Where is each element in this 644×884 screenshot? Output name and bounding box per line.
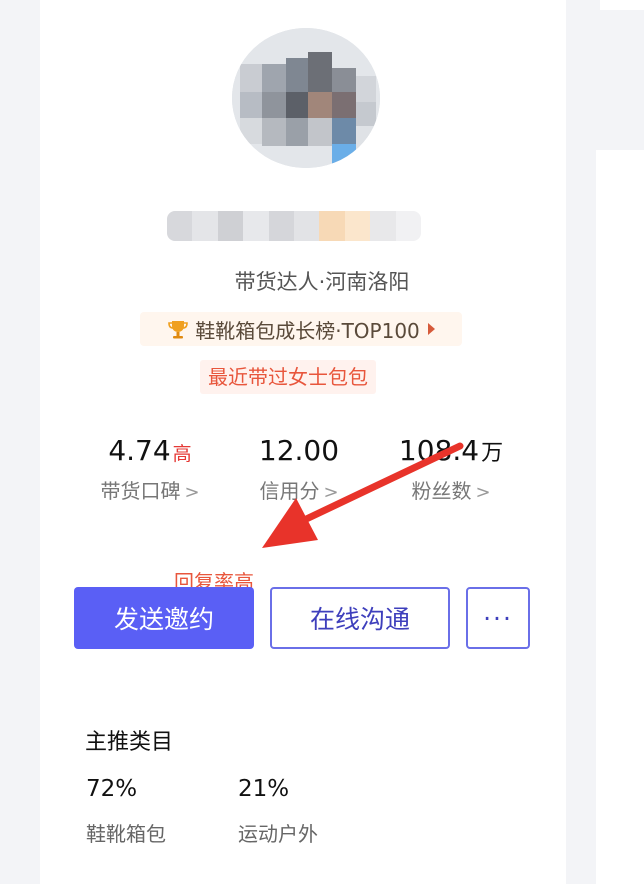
main-categories-title: 主推类目 [85, 730, 174, 755]
category-percent: 21% [238, 776, 290, 802]
category-name: 运动户外 [238, 822, 318, 846]
chevron-right-icon: > [323, 482, 339, 503]
rank-badge-label: 鞋靴箱包成长榜·TOP100 [195, 318, 420, 343]
trophy-icon [167, 318, 189, 340]
stat-label: 粉丝数 > [411, 479, 491, 503]
stat-reputation[interactable]: 4.74 高 带货口碑 > [88, 434, 212, 504]
more-options-button[interactable]: ··· [466, 587, 530, 649]
stat-label: 带货口碑 > [100, 479, 200, 503]
category-percent: 72% [86, 776, 138, 802]
stat-label: 信用分 > [259, 479, 339, 503]
role-location: 带货达人·河南洛阳 [234, 270, 410, 294]
category-name: 鞋靴箱包 [86, 822, 166, 846]
online-chat-button[interactable]: 在线沟通 [270, 587, 450, 649]
send-invite-button[interactable]: 发送邀约 [74, 587, 254, 649]
stat-value: 108.4万 [398, 434, 504, 467]
category-item: 72% 鞋靴箱包 [86, 776, 166, 847]
stat-credit[interactable]: 12.00 信用分 > [244, 434, 354, 504]
nickname [167, 211, 421, 241]
side-panel-edge [600, 0, 644, 10]
chevron-right-icon: > [184, 482, 200, 503]
rank-badge[interactable]: 鞋靴箱包成长榜·TOP100 [140, 312, 462, 346]
chevron-right-icon: > [475, 482, 491, 503]
category-item: 21% 运动户外 [238, 776, 318, 847]
stat-level-tag: 高 [172, 443, 192, 465]
stat-value: 12.00 [258, 434, 340, 467]
stat-unit: 万 [481, 441, 504, 466]
side-panel [596, 150, 644, 884]
caret-right-icon [427, 323, 435, 335]
stat-fans[interactable]: 108.4万 粉丝数 > [392, 434, 510, 504]
recent-product-tag: 最近带过女士包包 [200, 360, 376, 394]
stat-value: 4.74 高 [108, 434, 192, 467]
avatar[interactable] [232, 28, 380, 168]
